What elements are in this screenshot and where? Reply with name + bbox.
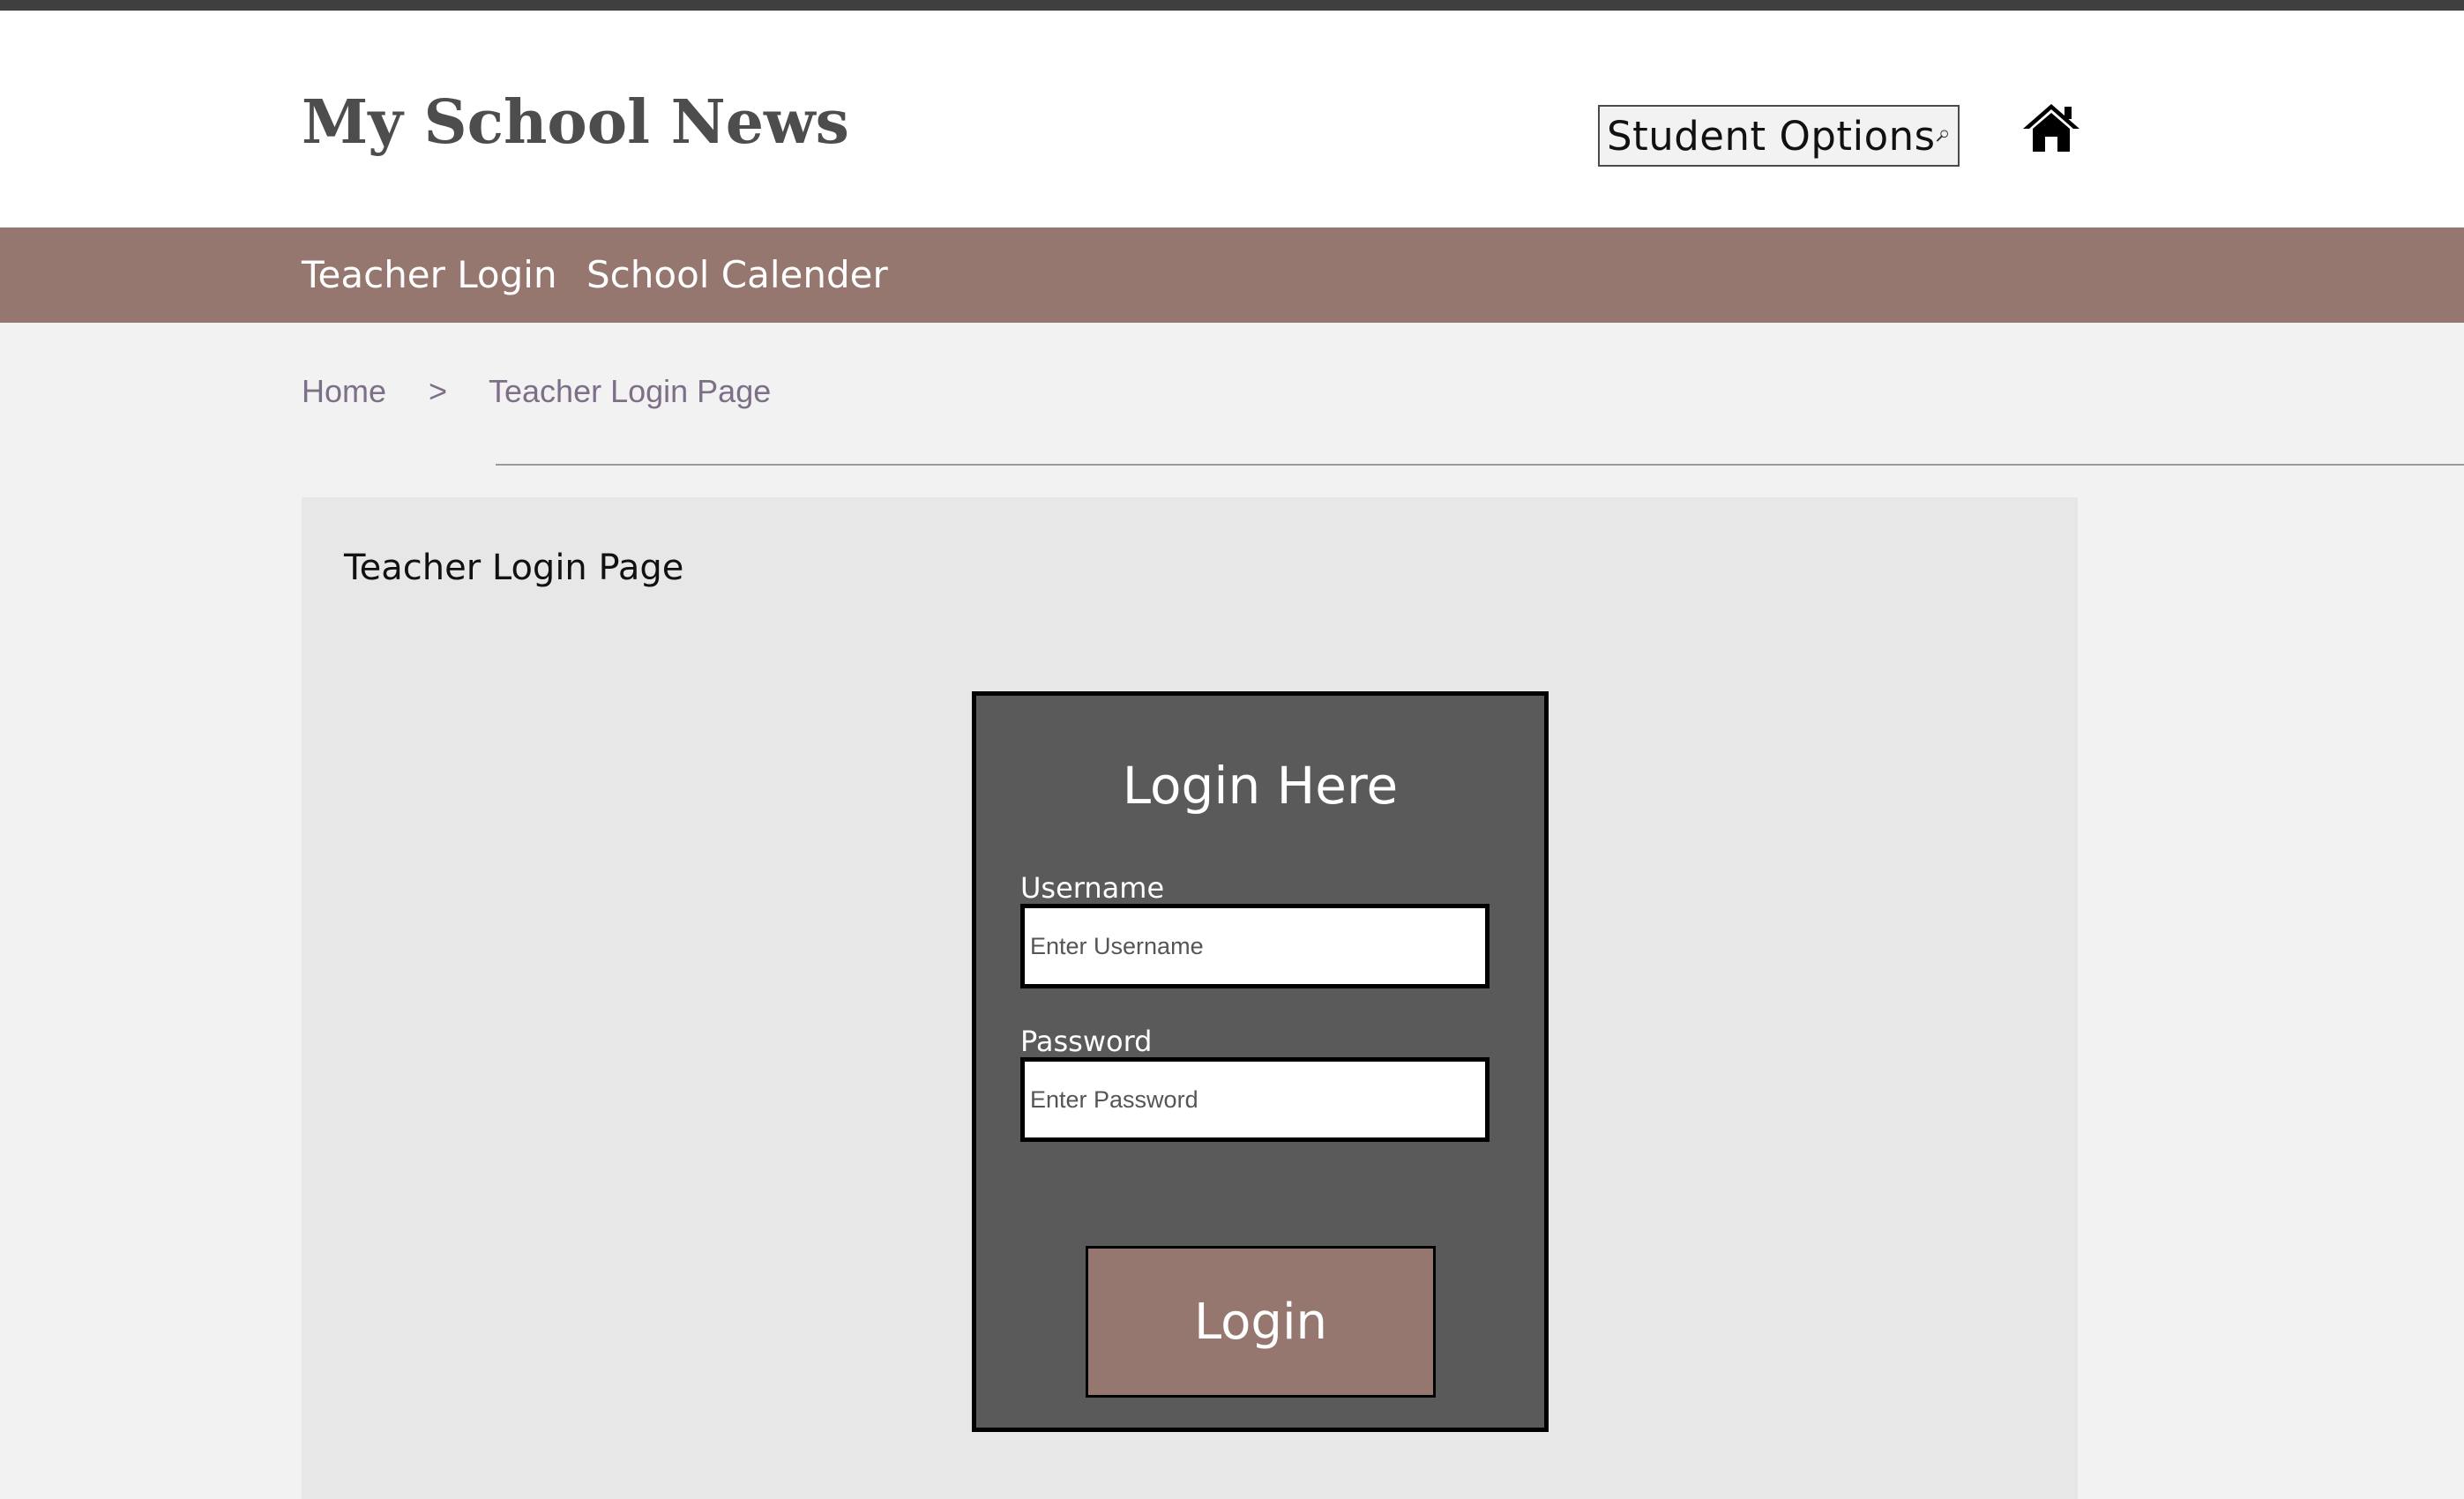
home-icon[interactable] bbox=[2021, 102, 2081, 153]
site-title: My School News bbox=[302, 87, 849, 158]
student-options-label: Student Options bbox=[1607, 112, 1936, 160]
username-label: Username bbox=[1020, 871, 1165, 905]
breadcrumb-separator: > bbox=[429, 373, 448, 409]
password-input[interactable] bbox=[1020, 1057, 1490, 1142]
login-button[interactable]: Login bbox=[1086, 1246, 1436, 1398]
site-header: My School News Student Options bbox=[0, 11, 2464, 227]
main-navbar: Teacher Login School Calender bbox=[0, 227, 2464, 323]
password-label: Password bbox=[1020, 1025, 1153, 1058]
nav-school-calender[interactable]: School Calender bbox=[586, 227, 888, 323]
content-panel: Teacher Login Page Login Here Username P… bbox=[302, 497, 2078, 1499]
search-icon bbox=[1936, 130, 1948, 142]
breadcrumb-home-link[interactable]: Home bbox=[302, 369, 386, 414]
login-heading: Login Here bbox=[1122, 756, 1399, 816]
page-title: Teacher Login Page bbox=[344, 548, 684, 588]
top-accent-strip bbox=[0, 0, 2464, 11]
student-options-button[interactable]: Student Options bbox=[1598, 105, 1960, 167]
breadcrumb-divider bbox=[496, 464, 2464, 466]
username-input[interactable] bbox=[1020, 904, 1490, 988]
breadcrumb-current: Teacher Login Page bbox=[489, 373, 772, 409]
nav-teacher-login[interactable]: Teacher Login bbox=[302, 227, 557, 323]
login-form: Login Here Username Password Login bbox=[972, 691, 1549, 1432]
